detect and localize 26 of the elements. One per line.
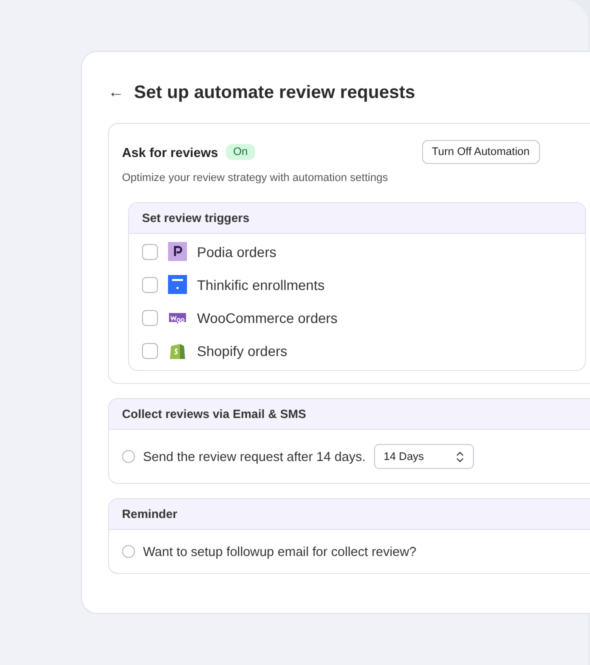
- square-icon: [168, 275, 187, 294]
- turn-off-button[interactable]: Turn Off Automation: [422, 140, 540, 164]
- letter-p-icon: [168, 242, 187, 261]
- radio-button[interactable]: [122, 450, 135, 463]
- days-select[interactable]: 14 Days: [374, 444, 474, 469]
- shopping-bag-icon: [168, 341, 187, 360]
- checkbox[interactable]: [142, 276, 158, 292]
- panel-header: Collect reviews via Email & SMS: [109, 399, 590, 430]
- back-button[interactable]: ←: [108, 84, 124, 102]
- trigger-label: Thinkific enrollments: [197, 276, 325, 292]
- page-title: Set up automate review requests: [134, 82, 416, 103]
- section-description: Optimize your review strategy with automation settings: [122, 172, 389, 184]
- chevron-up-down-icon: [456, 450, 464, 462]
- checkbox[interactable]: [142, 310, 158, 326]
- section-title: Ask for reviews: [122, 144, 218, 160]
- checkbox[interactable]: [142, 342, 158, 358]
- trigger-label: WooCommerce orders: [197, 310, 338, 326]
- option-label: Want to setup followup email for collect review?: [143, 544, 416, 559]
- panel-header: Reminder: [109, 499, 590, 530]
- trigger-label: Shopify orders: [197, 342, 288, 358]
- status-badge: On: [226, 144, 255, 160]
- trigger-label: Podia orders: [197, 244, 276, 260]
- option-label: Send the review request after 14 days.: [143, 449, 366, 464]
- checkbox[interactable]: [142, 244, 158, 260]
- panel-header: Set review triggers: [129, 203, 585, 234]
- radio-button[interactable]: [122, 545, 135, 558]
